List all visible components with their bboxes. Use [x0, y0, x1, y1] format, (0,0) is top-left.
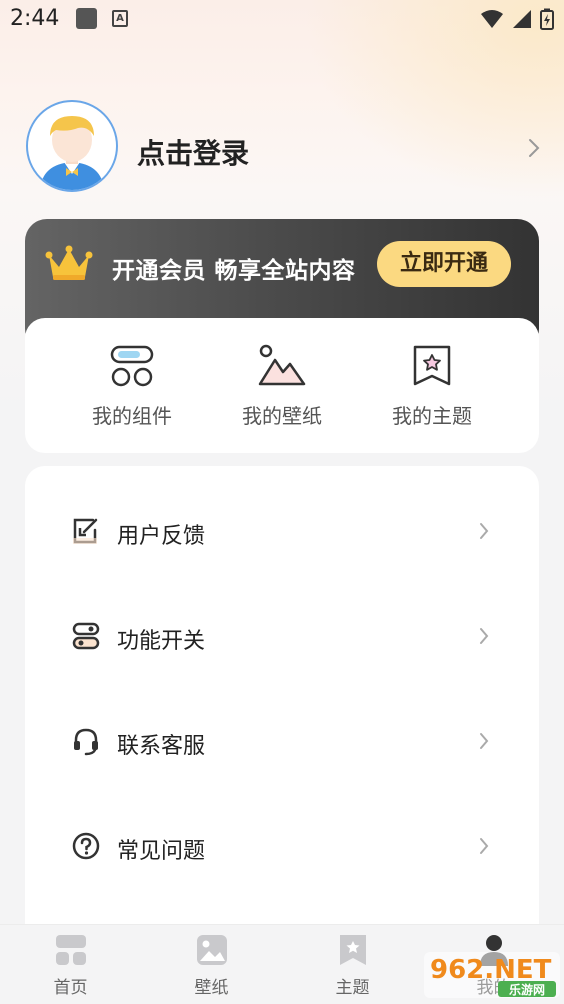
menu-item-feedback[interactable]: 用户反馈	[25, 476, 539, 581]
chevron-right-icon	[480, 628, 489, 644]
crown-icon	[45, 245, 93, 280]
status-bar: 2:44 A	[0, 0, 564, 40]
avatar[interactable]	[26, 100, 118, 192]
widgets-icon	[110, 345, 154, 387]
nav-theme[interactable]: 主题	[282, 925, 423, 1004]
default-avatar-icon	[40, 116, 104, 190]
question-icon	[72, 832, 100, 860]
nav-label: 首页	[53, 978, 88, 998]
theme-icon	[339, 935, 366, 965]
shortcut-label: 我的主题	[392, 404, 472, 428]
shortcut-label: 我的组件	[92, 404, 172, 428]
theme-icon	[413, 345, 451, 386]
home-icon	[55, 935, 86, 965]
chevron-right-icon	[480, 523, 489, 539]
chevron-right-icon	[480, 838, 489, 854]
wallpaper-icon	[258, 344, 306, 386]
menu-item-feature-switch[interactable]: 功能开关	[25, 581, 539, 686]
menu-item-label: 常见问题	[117, 839, 206, 864]
wifi-icon	[481, 10, 503, 28]
shortcut-my-themes[interactable]: 我的主题	[352, 318, 512, 453]
nav-label: 壁纸	[194, 978, 229, 998]
wallpaper-icon	[196, 935, 227, 965]
shortcut-my-widgets[interactable]: 我的组件	[52, 318, 212, 453]
status-indicators	[480, 8, 554, 30]
chevron-right-icon	[529, 139, 540, 157]
menu-item-faq[interactable]: 常见问题	[25, 791, 539, 896]
battery-icon	[540, 8, 554, 30]
nav-home[interactable]: 首页	[0, 925, 141, 1004]
keyboard-a-icon: A	[112, 10, 128, 27]
activate-vip-button[interactable]: 立即开通	[377, 241, 511, 287]
menu-item-contact-support[interactable]: 联系客服	[25, 686, 539, 791]
watermark-text: 962.NET	[430, 955, 552, 985]
notification-icon	[76, 8, 97, 29]
nav-label: 主题	[335, 978, 370, 998]
menu-item-label: 功能开关	[117, 629, 206, 654]
login-label[interactable]: 点击登录	[137, 132, 249, 172]
watermark-subtext: 乐游网	[509, 982, 545, 997]
menu-item-label: 联系客服	[117, 734, 206, 759]
chevron-right-icon	[480, 733, 489, 749]
feedback-icon	[73, 518, 98, 544]
headset-icon	[74, 728, 98, 756]
shortcut-panel: 我的组件 我的壁纸 我的主题	[25, 318, 539, 453]
shortcut-my-wallpapers[interactable]: 我的壁纸	[202, 318, 362, 453]
status-time: 2:44	[10, 6, 60, 31]
toggle-icon	[72, 622, 100, 650]
shortcut-label: 我的壁纸	[242, 404, 322, 428]
settings-menu: 用户反馈 功能开关 联系客服 常见问题	[25, 466, 539, 966]
site-watermark-logo: 962.NET 乐游网	[424, 952, 560, 998]
menu-item-label: 用户反馈	[117, 524, 206, 549]
nav-wallpaper[interactable]: 壁纸	[141, 925, 282, 1004]
profile-header[interactable]: 点击登录	[26, 100, 546, 192]
vip-promo-text: 开通会员 畅享全站内容	[112, 258, 356, 284]
signal-icon	[513, 10, 531, 28]
